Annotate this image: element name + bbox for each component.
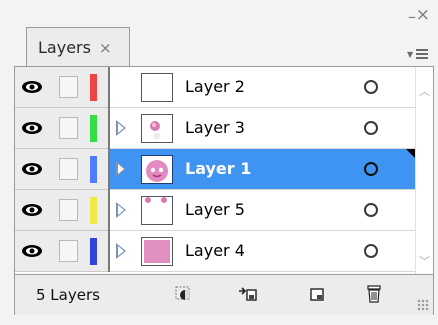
lock-toggle[interactable] [59,199,78,221]
layer-thumbnail [141,155,173,184]
chevron-down-icon[interactable]: ﹀ [419,253,430,269]
trash-icon[interactable] [364,284,384,304]
layer-thumbnail [141,237,173,266]
layer-name: Layer 1 [185,159,252,178]
close-panel-button[interactable]: × [416,7,430,24]
layer-color-swatch [90,156,97,183]
chevron-down-icon: ▼ [407,50,414,59]
lock-toggle[interactable] [59,158,78,180]
expand-triangle-icon[interactable] [116,202,126,218]
layer-controls [15,108,108,149]
eye-icon[interactable] [21,156,43,182]
create-sublayer-icon[interactable] [238,284,258,304]
layer-content[interactable]: Layer 3 [110,108,415,149]
target-circle-icon[interactable] [364,80,378,94]
layer-content[interactable]: Layer 4 [110,231,415,272]
tab-layers[interactable]: Layers × [26,27,130,67]
eye-icon[interactable] [21,115,43,141]
target-circle-icon[interactable] [364,203,378,217]
layer-row[interactable]: Layer 2 [15,67,415,108]
target-circle-icon[interactable] [364,244,378,258]
layer-content[interactable]: Layer 5 [110,190,415,231]
chevron-up-icon[interactable]: ︿ [419,83,430,99]
target-circle-icon[interactable] [364,162,378,176]
expand-triangle-icon[interactable] [116,120,126,136]
eye-icon[interactable] [21,74,43,100]
layer-thumbnail [141,114,173,143]
lock-toggle[interactable] [59,117,78,139]
eye-icon[interactable] [21,238,43,264]
layer-content[interactable]: Layer 2 [110,67,415,108]
layer-color-swatch [90,238,97,265]
layer-controls [15,67,108,108]
layer-name: Layer 5 [185,200,245,219]
layer-thumbnail [141,196,173,225]
target-circle-icon[interactable] [364,121,378,135]
tab-close-button[interactable]: × [99,39,112,57]
layer-color-swatch [90,74,97,101]
panel-menu-button[interactable]: ▼ [406,47,430,65]
layer-controls [15,231,108,272]
layer-name: Layer 3 [185,118,245,137]
layer-name: Layer 4 [185,241,245,260]
layer-content[interactable]: Layer 1 [110,149,415,190]
make-clipping-mask-icon[interactable] [174,284,194,304]
eye-icon[interactable] [21,197,43,223]
window-controls: – × [400,7,430,34]
selection-indicator [406,149,415,158]
layer-row[interactable]: Layer 5 [15,190,415,231]
panel-footer: 5 Layers [14,275,434,315]
layer-count: 5 Layers [36,286,100,304]
layer-controls [15,190,108,231]
layer-row-selected[interactable]: Layer 1 [15,149,415,190]
layer-name: Layer 2 [185,77,245,96]
vertical-scrollbar[interactable]: ︿ ﹀ [415,67,433,274]
expand-triangle-icon[interactable] [116,243,126,259]
layer-color-swatch [90,115,97,142]
layer-color-swatch [90,197,97,224]
menu-lines-icon [416,49,428,60]
lock-toggle[interactable] [59,240,78,262]
layers-list-panel: Layer 2 Layer 3 Layer 1 Layer 5 Layer 4 … [14,66,434,275]
new-layer-icon[interactable] [307,284,327,304]
expand-triangle-icon[interactable] [116,161,126,177]
layer-row[interactable]: Layer 4 [15,231,415,272]
layer-thumbnail [141,73,173,102]
layer-row[interactable]: Layer 3 [15,108,415,149]
tab-label: Layers [38,38,91,57]
lock-toggle[interactable] [59,76,78,98]
layer-controls [15,149,108,190]
resize-grip-icon[interactable] [417,299,429,311]
